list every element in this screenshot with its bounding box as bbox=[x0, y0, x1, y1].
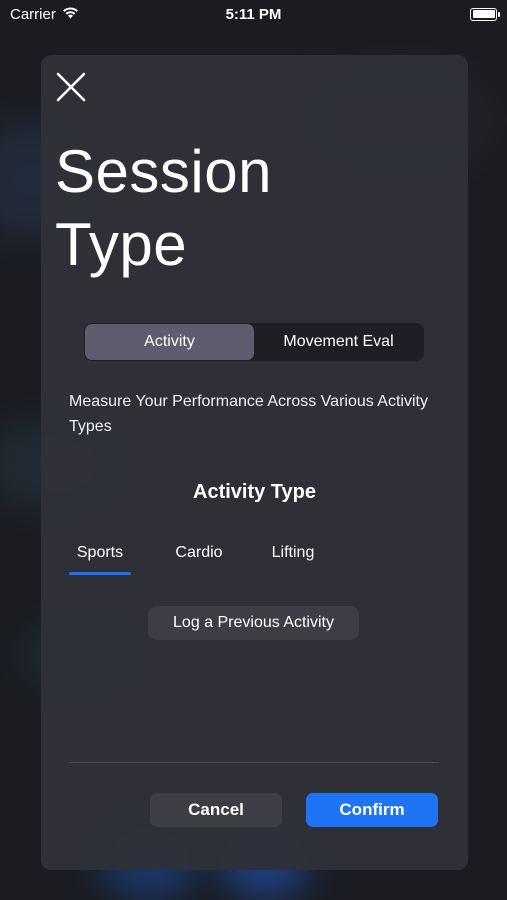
tab-cardio[interactable]: Cardio bbox=[168, 535, 230, 571]
battery-icon bbox=[470, 7, 500, 21]
status-left: Carrier bbox=[10, 6, 79, 23]
segment-movement-eval[interactable]: Movement Eval bbox=[254, 324, 423, 360]
confirm-button[interactable]: Confirm bbox=[306, 793, 438, 827]
tab-sports[interactable]: Sports bbox=[69, 535, 131, 575]
activity-type-tabs: Sports Cardio Lifting bbox=[69, 535, 319, 575]
segment-activity[interactable]: Activity bbox=[85, 324, 254, 360]
wifi-icon bbox=[62, 6, 79, 23]
carrier-label: Carrier bbox=[10, 5, 56, 23]
divider bbox=[69, 762, 439, 763]
cancel-button[interactable]: Cancel bbox=[150, 793, 282, 827]
activity-type-heading: Activity Type bbox=[193, 481, 316, 503]
modal-title: Session Type bbox=[55, 138, 272, 278]
session-type-modal: Session Type Activity Movement Eval Meas… bbox=[41, 55, 468, 870]
log-previous-activity-button[interactable]: Log a Previous Activity bbox=[148, 606, 359, 640]
session-description: Measure Your Performance Across Various … bbox=[69, 393, 428, 435]
tab-lifting[interactable]: Lifting bbox=[267, 535, 319, 571]
battery-level bbox=[472, 10, 495, 18]
close-button[interactable] bbox=[55, 71, 87, 103]
status-bar: Carrier 5:11 PM bbox=[0, 0, 507, 28]
close-icon bbox=[56, 72, 86, 102]
session-type-segmented-control: Activity Movement Eval bbox=[84, 323, 424, 361]
